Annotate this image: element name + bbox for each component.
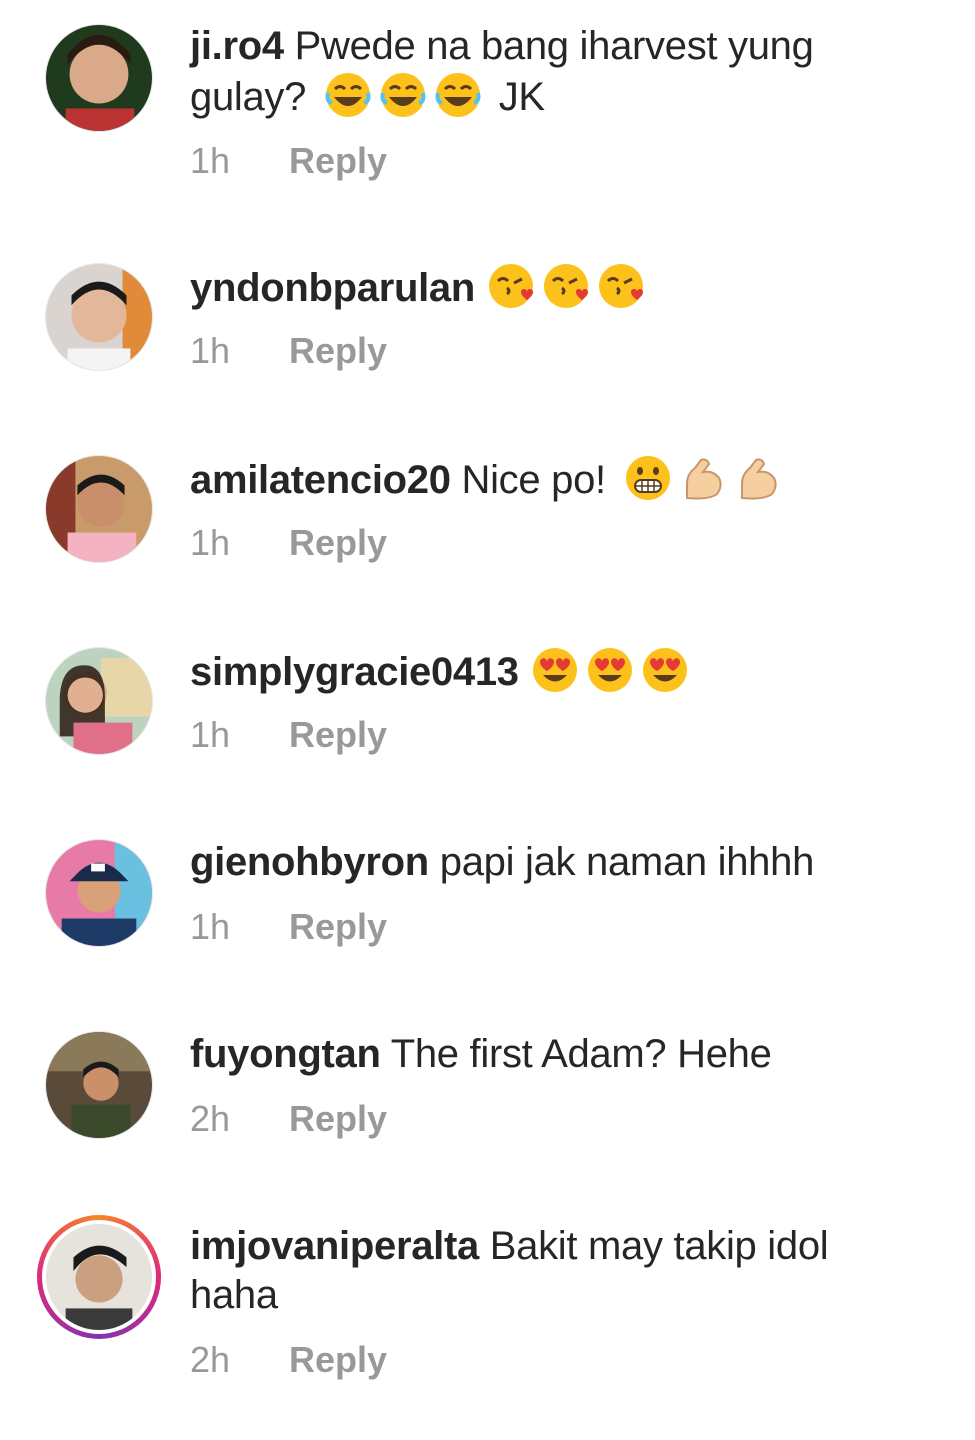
comment-username[interactable]: gienohbyron	[190, 840, 429, 884]
comment-timestamp: 1h	[190, 330, 231, 371]
reply-button[interactable]: Reply	[289, 1098, 387, 1139]
comment-text: papi jak naman ihhhh	[439, 840, 815, 884]
kissing-heart-emoji	[597, 262, 645, 310]
flexed-biceps-emoji	[734, 454, 782, 502]
reply-button[interactable]: Reply	[289, 714, 387, 755]
grimacing-emoji	[624, 454, 672, 502]
comment-timestamp: 2h	[190, 1339, 231, 1380]
heart-eyes-emoji	[586, 646, 634, 694]
comment-timestamp: 1h	[190, 714, 231, 755]
comment-username[interactable]: amilatencio20	[190, 458, 451, 502]
avatar[interactable]	[45, 647, 153, 755]
comment-text-suffix: JK	[498, 75, 545, 119]
reply-button[interactable]: Reply	[289, 1339, 387, 1380]
reply-button[interactable]: Reply	[289, 140, 387, 181]
comment-timestamp: 1h	[190, 140, 231, 181]
kissing-heart-emoji	[542, 262, 590, 310]
avatar[interactable]	[45, 1031, 153, 1139]
avatar[interactable]	[45, 455, 153, 563]
avatar[interactable]	[45, 839, 153, 947]
avatar[interactable]	[45, 263, 153, 371]
reply-button[interactable]: Reply	[289, 522, 387, 563]
avatar[interactable]	[46, 1224, 152, 1330]
comment-timestamp: 1h	[190, 906, 231, 947]
joy-emoji	[379, 71, 427, 119]
joy-emoji	[324, 71, 372, 119]
reply-button[interactable]: Reply	[289, 330, 387, 371]
joy-emoji	[434, 71, 482, 119]
comment-timestamp: 1h	[190, 522, 231, 563]
heart-eyes-emoji	[531, 646, 579, 694]
reply-button[interactable]: Reply	[289, 906, 387, 947]
comment-timestamp: 2h	[190, 1098, 231, 1139]
flexed-biceps-emoji	[679, 454, 727, 502]
comment-username[interactable]: fuyongtan	[190, 1032, 381, 1076]
kissing-heart-emoji	[487, 262, 535, 310]
comment-text: Nice po!	[461, 458, 607, 502]
comment-username[interactable]: ji.ro4	[190, 24, 284, 68]
comment-username[interactable]: yndonbparulan	[190, 266, 475, 310]
heart-eyes-emoji	[641, 646, 689, 694]
comment-username[interactable]: simplygracie0413	[190, 650, 519, 694]
comment-username[interactable]: imjovaniperalta	[190, 1224, 479, 1268]
avatar-story-ring[interactable]	[37, 1215, 161, 1339]
avatar[interactable]	[45, 24, 153, 132]
comment-text: The first Adam? Hehe	[390, 1032, 772, 1076]
